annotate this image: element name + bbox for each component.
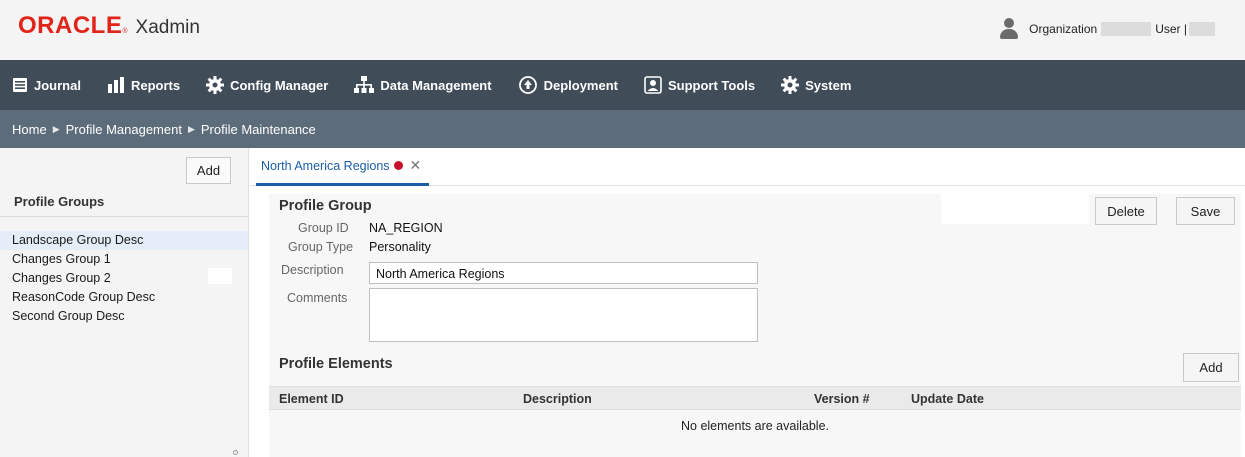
- group-type-value: Personality: [369, 240, 431, 254]
- list-item[interactable]: Changes Group 1: [0, 250, 248, 269]
- main-content: North America Regions ✕ Profile Group De…: [250, 148, 1245, 457]
- delete-button[interactable]: Delete: [1095, 197, 1157, 225]
- tab-bar: North America Regions ✕: [250, 148, 1245, 186]
- nav-journal[interactable]: Journal: [12, 77, 81, 93]
- description-input[interactable]: North America Regions: [369, 262, 758, 284]
- main-nav: Journal Reports Config Manager Data Mana…: [0, 60, 1245, 110]
- nav-deployment[interactable]: Deployment: [518, 76, 618, 94]
- tab-label: North America Regions: [261, 158, 390, 173]
- breadcrumb-separator-icon: ▶: [187, 123, 195, 134]
- resize-handle-icon[interactable]: [233, 450, 238, 455]
- profile-group-panel: Profile Group Delete Save Group ID NA_RE…: [269, 194, 1241, 457]
- breadcrumb: Home ▶ Profile Management ▶ Profile Main…: [0, 110, 1245, 148]
- app-header: ORACLE ® Xadmin Organization User |: [0, 0, 1245, 60]
- nav-deployment-label: Deployment: [543, 77, 618, 93]
- registered-mark: ®: [122, 28, 128, 35]
- close-icon[interactable]: ✕: [410, 157, 422, 174]
- group-type-label: Group Type: [288, 240, 354, 254]
- comments-textarea[interactable]: [369, 288, 758, 342]
- nav-system-label: System: [805, 77, 852, 93]
- nav-reports[interactable]: Reports: [107, 77, 180, 93]
- column-description[interactable]: Description: [523, 392, 592, 406]
- user-area[interactable]: Organization User |: [999, 18, 1215, 40]
- support-icon: [644, 76, 662, 94]
- list-item[interactable]: ReasonCode Group Desc: [0, 288, 248, 307]
- user-icon: [999, 18, 1019, 40]
- nav-config-manager-label: Config Manager: [230, 77, 329, 93]
- save-button[interactable]: Save: [1176, 197, 1235, 225]
- column-update-date[interactable]: Update Date: [911, 392, 984, 406]
- app-name: Xadmin: [135, 17, 200, 38]
- column-element-id[interactable]: Element ID: [279, 392, 344, 406]
- breadcrumb-profile-maintenance: Profile Maintenance: [200, 121, 316, 137]
- journal-icon: [13, 78, 27, 92]
- redacted-organization: [1101, 22, 1152, 36]
- profile-elements-table-header: Element ID Description Version # Update …: [269, 386, 1241, 410]
- breadcrumb-home[interactable]: Home: [12, 122, 47, 137]
- empty-table-message: No elements are available.: [681, 419, 829, 433]
- gear-icon: [781, 76, 800, 94]
- toolbar-strip: [941, 194, 1089, 224]
- brand-name: ORACLE: [18, 12, 123, 39]
- profile-elements-heading: Profile Elements: [279, 356, 393, 372]
- list-item[interactable]: Landscape Group Desc: [0, 231, 248, 250]
- add-profile-group-button[interactable]: Add: [186, 157, 231, 184]
- list-item[interactable]: Second Group Desc: [0, 307, 248, 326]
- blank-box: [208, 268, 232, 284]
- nav-system[interactable]: System: [781, 76, 851, 94]
- hierarchy-icon: [354, 76, 375, 93]
- organization-label: Organization: [1029, 22, 1098, 36]
- nav-support-tools-label: Support Tools: [667, 77, 756, 93]
- oracle-logo: ORACLE ® Xadmin: [18, 12, 200, 40]
- redacted-user: [1189, 22, 1215, 36]
- tab-north-america-regions[interactable]: North America Regions ✕: [256, 148, 430, 186]
- nav-config-manager[interactable]: Config Manager: [206, 76, 328, 94]
- bar-chart-icon: [107, 77, 124, 93]
- group-id-label: Group ID: [298, 221, 349, 235]
- comments-label: Comments: [287, 291, 348, 305]
- unsaved-indicator-icon: [393, 161, 403, 170]
- breadcrumb-profile-management[interactable]: Profile Management: [66, 122, 182, 137]
- nav-support-tools[interactable]: Support Tools: [644, 76, 755, 94]
- column-version[interactable]: Version #: [814, 392, 870, 406]
- gear-icon: [206, 76, 225, 94]
- profile-group-heading: Profile Group: [279, 198, 372, 214]
- nav-data-management-label: Data Management: [380, 77, 492, 93]
- description-label: Description: [281, 263, 344, 277]
- profile-groups-sidebar: Add Profile Groups Landscape Group Desc …: [0, 148, 249, 457]
- nav-journal-label: Journal: [34, 77, 81, 93]
- nav-reports-label: Reports: [130, 77, 181, 93]
- cloud-upload-icon: [518, 76, 537, 94]
- nav-data-management[interactable]: Data Management: [354, 76, 492, 94]
- user-label: User |: [1155, 22, 1187, 36]
- breadcrumb-separator-icon: ▶: [52, 123, 60, 134]
- add-profile-element-button[interactable]: Add: [1183, 353, 1239, 382]
- profile-groups-title: Profile Groups: [14, 194, 105, 209]
- divider: [0, 216, 249, 217]
- group-id-value: NA_REGION: [369, 221, 443, 235]
